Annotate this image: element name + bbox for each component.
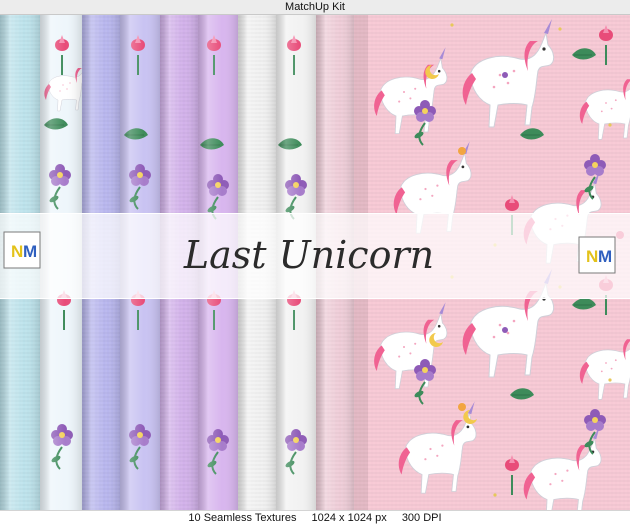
window-title: MatchUp Kit — [285, 1, 345, 13]
logo-letter-n: N — [586, 247, 598, 266]
nm-logo-right: N M — [578, 236, 616, 274]
texture-size: 1024 x 1024 px — [311, 512, 387, 524]
title-banner: N M N M Last Unicorn — [0, 213, 630, 299]
texture-dpi: 300 DPI — [401, 512, 442, 524]
texture-count: 10 Seamless Textures — [188, 512, 297, 524]
logo-letter-n: N — [11, 242, 23, 261]
product-preview: N M N M Last Unicorn — [0, 15, 630, 510]
nm-logo-left: N M — [3, 231, 41, 269]
banner-title: Last Unicorn — [183, 233, 434, 277]
preview-canvas: N M N M Last Unicorn — [0, 15, 630, 510]
status-bar: 10 Seamless Textures 1024 x 1024 px 300 … — [0, 510, 630, 526]
logo-letter-m: M — [598, 247, 612, 266]
logo-letter-m: M — [23, 242, 37, 261]
window-title-bar: MatchUp Kit — [0, 0, 630, 15]
